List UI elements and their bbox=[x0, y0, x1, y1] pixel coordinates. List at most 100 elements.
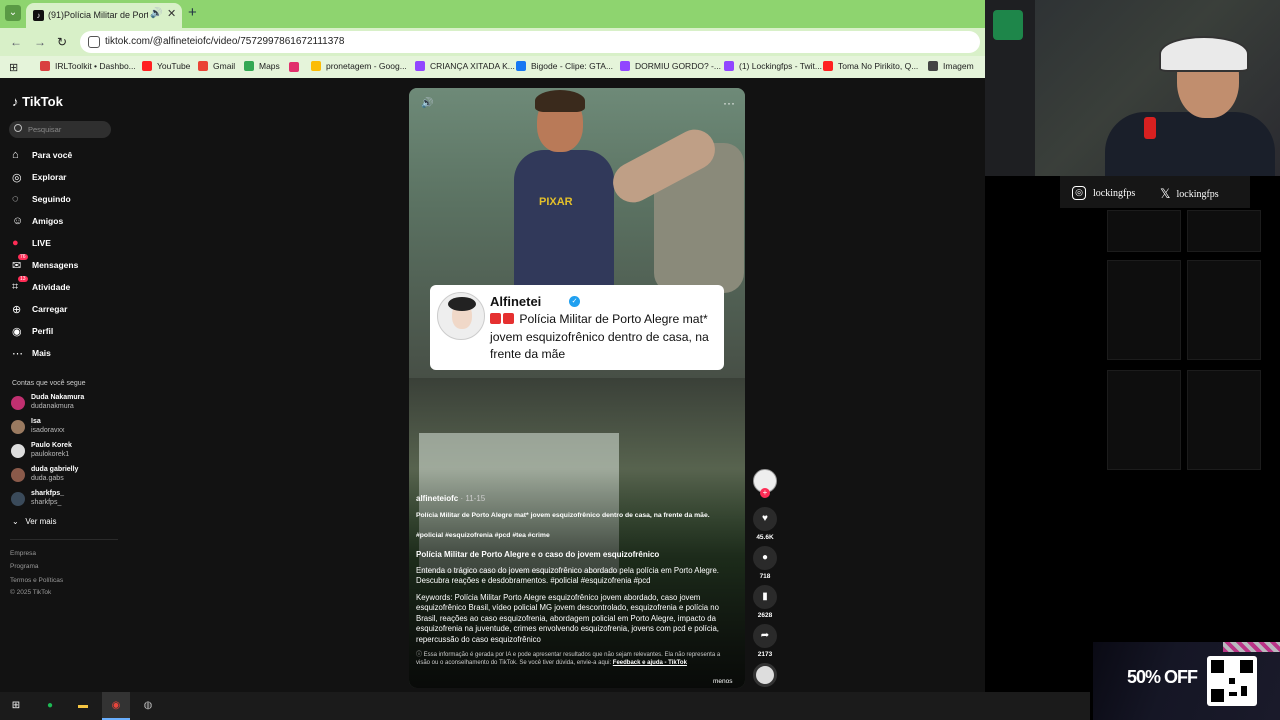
url-bar[interactable]: tiktok.com/@alfineteiofc/video/757299786… bbox=[80, 31, 980, 53]
overlay-panel bbox=[1107, 210, 1181, 252]
following-account[interactable]: Isa isadoravxx bbox=[11, 417, 121, 437]
video-player[interactable]: PIXAR 🔊 ··· Alfinetei ✓ Polícia Militar … bbox=[409, 88, 745, 688]
bookmark-favicon-icon bbox=[928, 61, 938, 71]
bookmark-item[interactable]: DORMIU GORDO? -... bbox=[620, 61, 721, 71]
tab-search-icon[interactable]: ⌄ bbox=[5, 5, 21, 21]
sidebar-item-para-você[interactable]: ⌂ Para você bbox=[12, 148, 112, 164]
following-icon: ◌ bbox=[12, 193, 19, 205]
webcam-overlay bbox=[985, 0, 1280, 176]
sidebar-item-atividade[interactable]: ⌗ 13 Atividade bbox=[12, 276, 112, 296]
caption-hashtags[interactable]: #policial #esquizofrenia #pcd #tea #crim… bbox=[416, 532, 550, 539]
activity-icon: ⌗ bbox=[12, 281, 19, 293]
alfinetei-avatar bbox=[437, 292, 485, 340]
sidebar-item-carregar[interactable]: ⊕ Carregar bbox=[12, 302, 112, 318]
footer-copyright: © 2025 TikTok bbox=[10, 589, 52, 596]
sidebar-item-label: Explorar bbox=[32, 172, 67, 182]
caption-author[interactable]: alfineteiofc · 11-15 bbox=[416, 494, 485, 503]
bookmarks-bar: ⊞ IRLToolkit • Dashbo... YouTube Gmail Maps… bbox=[0, 56, 985, 78]
account-handle: dudanakmura bbox=[31, 403, 74, 410]
upload-icon: ⊕ bbox=[12, 304, 22, 316]
bookmark-item[interactable]: Imagem bbox=[928, 61, 974, 71]
bookmark-item[interactable]: CRIANÇA XITADA K... bbox=[415, 61, 515, 71]
share-button[interactable]: ➦ bbox=[753, 624, 777, 648]
tiktok-logo[interactable]: ♪ TikTok bbox=[12, 94, 63, 109]
bookmark-item[interactable]: Bigode - Clipe: GTA... bbox=[516, 61, 613, 71]
apps-grid-icon[interactable]: ⊞ bbox=[9, 61, 18, 74]
new-tab-icon[interactable]: + bbox=[188, 4, 197, 21]
sidebar-item-perfil[interactable]: ◉ Perfil bbox=[12, 324, 112, 340]
bookmark-item[interactable]: pronetagem - Goog... bbox=[311, 61, 407, 71]
webcam-light bbox=[993, 10, 1023, 40]
qr-code-icon bbox=[1207, 656, 1257, 706]
bookmark-item[interactable]: IRLToolkit • Dashbo... bbox=[40, 61, 136, 71]
back-icon[interactable]: ← bbox=[10, 35, 22, 49]
more-options-icon[interactable]: ··· bbox=[723, 96, 735, 110]
video-person-body bbox=[514, 150, 614, 290]
forward-icon[interactable]: → bbox=[34, 35, 46, 49]
webcam-person-cap bbox=[1159, 36, 1249, 72]
footer-terms[interactable]: Termos e Políticas bbox=[10, 577, 63, 584]
ai-summary-keywords: Keywords: Polícia Militar Porto Alegre e… bbox=[416, 593, 719, 644]
bookmark-item[interactable]: (1) Lockingfps - Twit... bbox=[724, 61, 822, 71]
browser-tab[interactable]: ♪ (91)Polícia Militar de Porto 🔊 ✕ bbox=[26, 3, 182, 28]
instagram-bookmark-icon[interactable] bbox=[289, 62, 299, 72]
following-account[interactable]: Paulo Korek paulokorek1 bbox=[11, 441, 121, 461]
footer-company[interactable]: Empresa bbox=[10, 550, 36, 557]
following-account[interactable]: Duda Nakamura dudanakmura bbox=[11, 393, 121, 413]
windows-taskbar: ⊞ ● ▬ ◉ ◍ bbox=[0, 692, 1090, 720]
tab-title: (91)Polícia Militar de Porto bbox=[48, 10, 148, 20]
bookmark-favicon-icon bbox=[823, 61, 833, 71]
like-button[interactable]: ♥ bbox=[753, 507, 777, 531]
bookmark-favicon-icon bbox=[40, 61, 50, 71]
sidebar-item-amigos[interactable]: ☺ Amigos bbox=[12, 214, 112, 230]
feedback-link[interactable]: Feedback e ajuda - TikTok bbox=[613, 660, 687, 666]
volume-icon[interactable]: 🔊 bbox=[421, 98, 433, 109]
spotify-icon[interactable]: ● bbox=[42, 698, 58, 714]
bookmark-item[interactable]: Toma No Pirikito, Q... bbox=[823, 61, 918, 71]
site-info-icon[interactable] bbox=[88, 36, 100, 48]
sidebar-item-seguindo[interactable]: ◌ Seguindo bbox=[12, 192, 112, 208]
windows-start-icon[interactable]: ⊞ bbox=[8, 698, 24, 714]
bookmark-item[interactable]: Maps bbox=[244, 61, 280, 71]
share-icon: ➦ bbox=[760, 630, 770, 641]
account-name: Isa bbox=[31, 418, 41, 425]
following-account[interactable]: duda gabrielly duda.gabs bbox=[11, 465, 121, 485]
show-less-button[interactable]: menos bbox=[713, 678, 733, 685]
promo-text: 50% OFF bbox=[1127, 667, 1198, 687]
bookmark-item[interactable]: YouTube bbox=[142, 61, 190, 71]
speaker-icon[interactable]: 🔊 bbox=[150, 8, 162, 19]
account-handle: sharkfps_ bbox=[31, 499, 62, 506]
footer-program[interactable]: Programa bbox=[10, 563, 39, 570]
like-count: 45.6K bbox=[756, 534, 774, 541]
follow-plus-icon[interactable]: + bbox=[760, 488, 770, 498]
avatar bbox=[11, 492, 25, 506]
comment-button[interactable]: ● bbox=[753, 546, 777, 570]
following-account[interactable]: sharkfps_ sharkfps_ bbox=[11, 489, 121, 509]
chrome-icon[interactable]: ◉ bbox=[108, 698, 124, 714]
siren-icon bbox=[490, 313, 501, 324]
close-icon[interactable]: ✕ bbox=[167, 7, 176, 20]
steering-wheel-icon[interactable]: ◍ bbox=[140, 698, 156, 714]
sidebar-item-explorar[interactable]: ◎ Explorar bbox=[12, 170, 112, 186]
verified-icon: ✓ bbox=[569, 296, 580, 307]
browser-tab-bar: ⌄ ♪ (91)Polícia Militar de Porto 🔊 ✕ + bbox=[0, 0, 985, 28]
sidebar-item-live[interactable]: ● LIVE bbox=[12, 236, 112, 252]
sidebar-item-mensagens[interactable]: ✉ 76 Mensagens bbox=[12, 254, 112, 274]
see-more-link[interactable]: ⌄ Ver mais bbox=[12, 517, 57, 526]
bookmark-favicon-icon bbox=[620, 61, 630, 71]
save-button[interactable]: ▮ bbox=[753, 585, 777, 609]
tiktok-note-icon: ♪ bbox=[12, 94, 19, 109]
shirt-print: PIXAR bbox=[539, 196, 573, 208]
reload-icon[interactable]: ↻ bbox=[57, 35, 67, 49]
tiktok-favicon-icon: ♪ bbox=[33, 10, 44, 21]
sidebar-item-label: Mais bbox=[32, 348, 51, 358]
bookmark-item[interactable]: Gmail bbox=[198, 61, 235, 71]
comment-count: 718 bbox=[759, 573, 771, 580]
file-explorer-icon[interactable]: ▬ bbox=[75, 698, 91, 714]
music-disc-icon[interactable] bbox=[753, 663, 777, 687]
search-input[interactable]: Pesquisar bbox=[9, 121, 111, 138]
account-name: duda gabrielly bbox=[31, 466, 79, 473]
sidebar-item-label: LIVE bbox=[32, 238, 51, 248]
sidebar-item-mais[interactable]: ⋯ Mais bbox=[12, 346, 112, 362]
avatar bbox=[11, 444, 25, 458]
